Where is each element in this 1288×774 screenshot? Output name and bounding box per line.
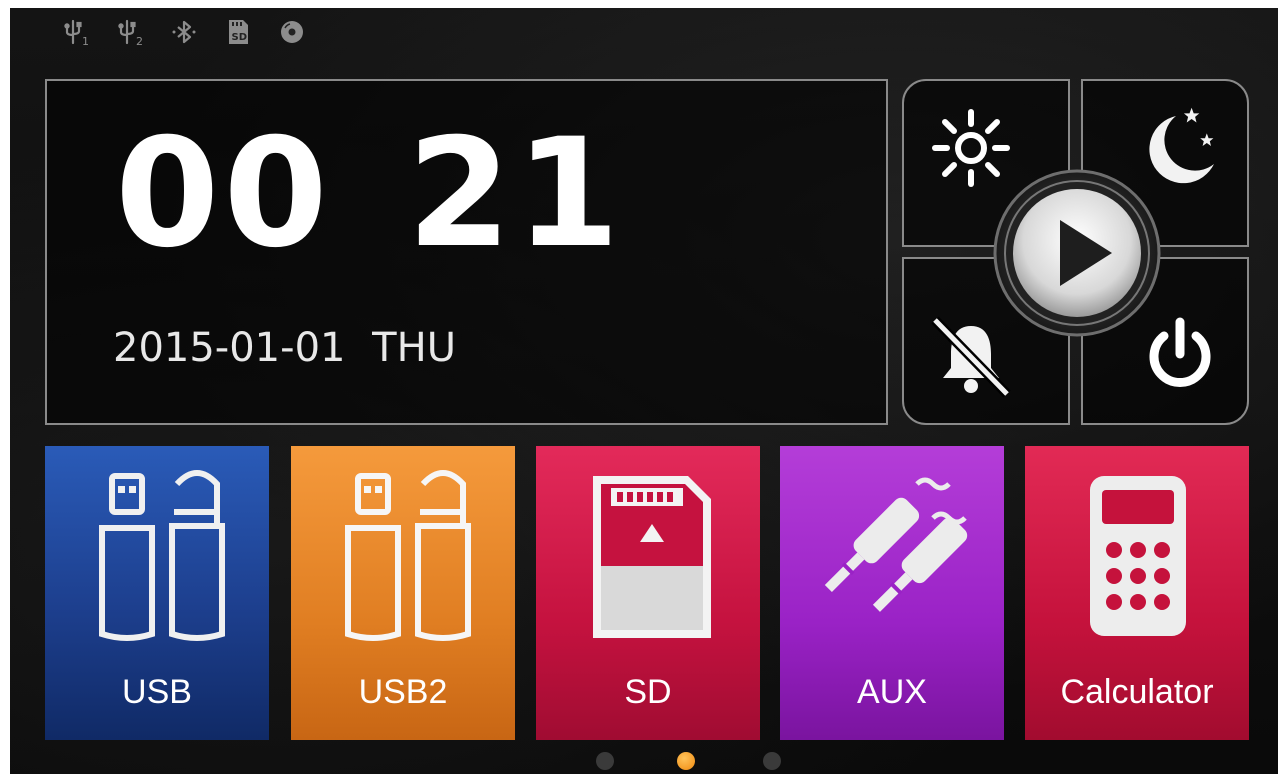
usb-label: USB [122,673,192,711]
calculator-tile[interactable]: Calculator [1025,446,1249,740]
clock-hours: 00 [115,107,332,281]
sd-card-icon [593,476,711,638]
aux-tile[interactable]: AUX [780,446,1004,740]
page-dot[interactable] [763,752,781,770]
usb1-icon: 1 [60,16,92,48]
sd-label: SD [624,673,672,711]
play-icon [993,169,1161,337]
usb-drives-icon [99,470,225,641]
sd-card-icon: SD [222,16,254,48]
sd-card-text: SD [232,32,248,43]
usb-drives-icon [345,470,471,641]
usb2-label: USB2 [358,673,448,711]
clock-panel[interactable]: 00 21 2015-01-01 THU [45,79,888,425]
usb2-tile[interactable]: USB2 [291,446,515,740]
page-indicator [10,750,1278,770]
calculator-label: Calculator [1060,673,1214,711]
home-screen: 1 2 SD 00 21 2015-01-01 THU USB USB2 SD … [10,8,1278,774]
play-button[interactable] [992,168,1162,338]
usb2-icon: 2 [114,16,146,48]
disc-icon [276,16,308,48]
clock-date: 2015-01-01 THU [113,325,456,371]
clock-minutes: 21 [407,107,624,281]
usb-tile[interactable]: USB [45,446,269,740]
calculator-icon [1090,476,1186,636]
sd-tile[interactable]: SD [536,446,760,740]
status-bar: 1 2 SD [60,14,308,50]
usb2-sub: 2 [136,35,143,47]
page-dot[interactable] [596,752,614,770]
aux-label: AUX [857,673,927,711]
aux-cable-icon [824,477,968,612]
usb1-sub: 1 [82,35,89,47]
bluetooth-icon [168,16,200,48]
page-dot-active[interactable] [677,752,695,770]
